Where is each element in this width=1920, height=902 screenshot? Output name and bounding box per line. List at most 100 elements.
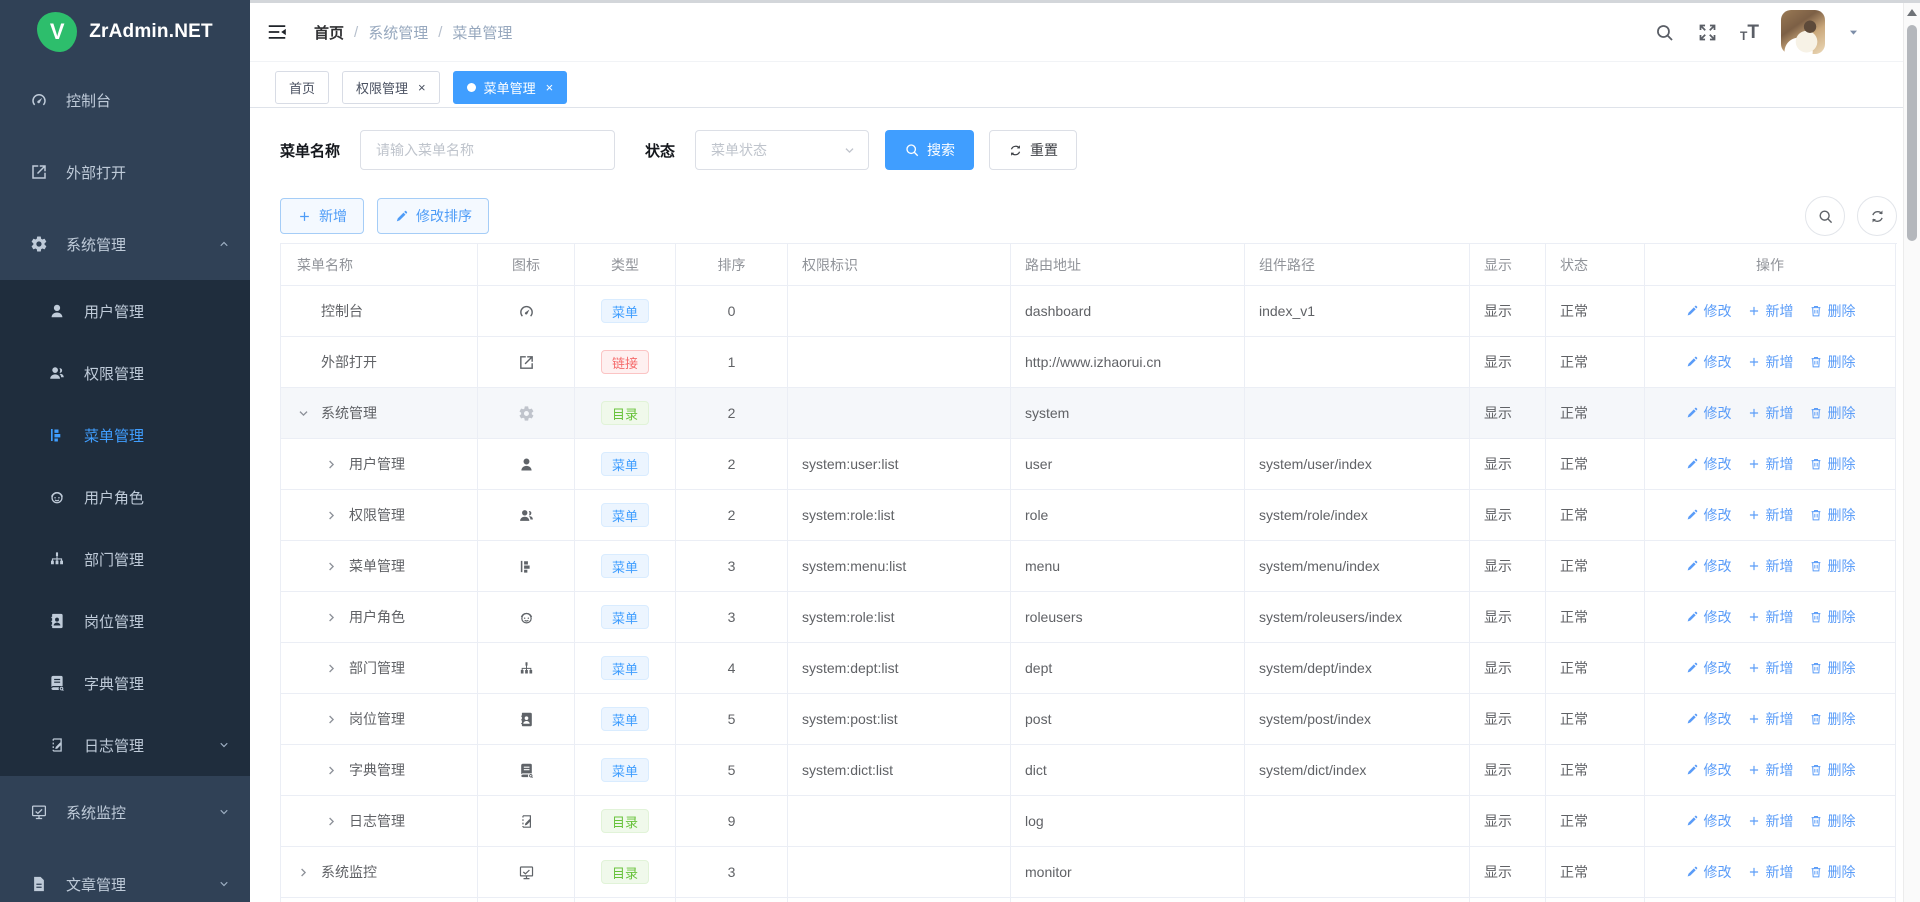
tree-expand-icon[interactable]	[325, 815, 345, 828]
add-link[interactable]: 新增	[1747, 301, 1794, 321]
delete-link[interactable]: 删除	[1809, 709, 1856, 729]
tab-首页[interactable]: 首页	[275, 71, 329, 104]
delete-link[interactable]: 删除	[1809, 658, 1856, 678]
tree-expand-icon[interactable]	[325, 713, 345, 726]
fullscreen-icon[interactable]	[1697, 22, 1718, 43]
edit-link[interactable]: 修改	[1685, 301, 1732, 321]
refresh-circle-button[interactable]	[1857, 196, 1897, 236]
status-cell: 正常	[1546, 541, 1645, 592]
sidebar-item-tree[interactable]: 菜单管理	[0, 404, 250, 466]
add-link[interactable]: 新增	[1747, 709, 1794, 729]
add-link[interactable]: 新增	[1747, 556, 1794, 576]
scrollbar-up-arrow[interactable]	[1907, 9, 1917, 16]
add-link[interactable]: 新增	[1747, 403, 1794, 423]
sidebar-item-badge[interactable]: 岗位管理	[0, 590, 250, 652]
avatar[interactable]	[1781, 10, 1825, 54]
edit-link[interactable]: 修改	[1685, 760, 1732, 780]
edit-link[interactable]: 修改	[1685, 811, 1732, 831]
font-size-icon[interactable]: TT	[1740, 23, 1759, 42]
edit-link[interactable]: 修改	[1685, 709, 1732, 729]
search-button[interactable]: 搜索	[885, 130, 974, 170]
delete-link[interactable]: 删除	[1809, 454, 1856, 474]
sidebar-item-label: 控制台	[66, 90, 111, 111]
breadcrumb-item[interactable]: 首页	[314, 22, 344, 43]
delete-link[interactable]: 删除	[1809, 811, 1856, 831]
sidebar-item-robot[interactable]: 用户角色	[0, 466, 250, 528]
delete-link[interactable]: 删除	[1809, 301, 1856, 321]
status-select[interactable]: 菜单状态	[695, 130, 869, 170]
book-icon	[518, 762, 535, 779]
delete-link[interactable]: 删除	[1809, 556, 1856, 576]
tab-close-icon[interactable]: ×	[418, 81, 426, 94]
tree-expand-icon[interactable]	[325, 560, 345, 573]
tab-菜单管理[interactable]: 菜单管理×	[453, 71, 568, 104]
delete-link[interactable]: 删除	[1809, 505, 1856, 525]
sort-button[interactable]: 修改排序	[377, 198, 489, 234]
action-label: 修改	[1704, 556, 1732, 576]
tree-expand-icon[interactable]	[297, 407, 317, 420]
edit-link[interactable]: 修改	[1685, 352, 1732, 372]
menu-type-cell: 菜单	[575, 439, 676, 490]
path-cell: dict	[1011, 745, 1245, 796]
sidebar-item-doc[interactable]: 文章管理	[0, 848, 250, 902]
search-circle-button[interactable]	[1805, 196, 1845, 236]
sidebar-toggle-icon[interactable]	[266, 21, 288, 43]
delete-link[interactable]: 删除	[1809, 607, 1856, 627]
add-link[interactable]: 新增	[1747, 352, 1794, 372]
action-label: 新增	[1766, 403, 1794, 423]
delete-link[interactable]: 删除	[1809, 352, 1856, 372]
delete-link[interactable]: 删除	[1809, 403, 1856, 423]
add-link[interactable]: 新增	[1747, 505, 1794, 525]
tree-expand-icon[interactable]	[325, 458, 345, 471]
tree-expand-icon[interactable]	[297, 866, 317, 879]
edit-link[interactable]: 修改	[1685, 505, 1732, 525]
menu-name-cell: 菜单管理	[281, 541, 478, 592]
sidebar-item-monitor[interactable]: 系统监控	[0, 776, 250, 848]
tab-close-icon[interactable]: ×	[546, 81, 554, 94]
reset-button[interactable]: 重置	[989, 130, 1077, 170]
order-cell: 4	[676, 643, 788, 694]
sidebar-item-external[interactable]: 外部打开	[0, 136, 250, 208]
tree-expand-icon[interactable]	[325, 611, 345, 624]
sidebar-item-gear[interactable]: 系统管理	[0, 208, 250, 280]
actions-cell: 修改新增删除	[1645, 694, 1896, 745]
sidebar-item-log[interactable]: 日志管理	[0, 714, 250, 776]
sidebar-item-book[interactable]: 字典管理	[0, 652, 250, 714]
menu-name-input[interactable]	[360, 130, 615, 170]
gauge-icon	[518, 303, 535, 320]
actions-cell: 修改新增删除	[1645, 541, 1896, 592]
add-link[interactable]: 新增	[1747, 862, 1794, 882]
add-link[interactable]: 新增	[1747, 658, 1794, 678]
add-link[interactable]: 新增	[1747, 607, 1794, 627]
dropdown-caret-icon[interactable]	[1847, 26, 1860, 39]
search-icon[interactable]	[1654, 22, 1675, 43]
edit-link[interactable]: 修改	[1685, 556, 1732, 576]
sidebar-item-gauge[interactable]: 控制台	[0, 64, 250, 136]
scrollbar-thumb[interactable]	[1907, 25, 1917, 241]
menu-icon-cell	[478, 439, 575, 490]
status-label: 状态	[645, 140, 675, 161]
sidebar-item-user[interactable]: 用户管理	[0, 280, 250, 342]
delete-link[interactable]: 删除	[1809, 760, 1856, 780]
add-button[interactable]: 新增	[280, 198, 364, 234]
path-cell: role	[1011, 490, 1245, 541]
delete-link[interactable]: 删除	[1809, 862, 1856, 882]
tree-expand-icon[interactable]	[325, 662, 345, 675]
app-title: ZrAdmin.NET	[89, 21, 213, 43]
add-link[interactable]: 新增	[1747, 760, 1794, 780]
action-label: 新增	[1766, 760, 1794, 780]
sidebar-item-org[interactable]: 部门管理	[0, 528, 250, 590]
tree-expand-icon[interactable]	[325, 509, 345, 522]
log-icon	[518, 813, 535, 830]
edit-link[interactable]: 修改	[1685, 862, 1732, 882]
add-link[interactable]: 新增	[1747, 811, 1794, 831]
edit-link[interactable]: 修改	[1685, 658, 1732, 678]
tree-expand-icon[interactable]	[325, 764, 345, 777]
add-link[interactable]: 新增	[1747, 454, 1794, 474]
edit-link[interactable]: 修改	[1685, 454, 1732, 474]
edit-link[interactable]: 修改	[1685, 607, 1732, 627]
sidebar-item-users[interactable]: 权限管理	[0, 342, 250, 404]
edit-link[interactable]: 修改	[1685, 403, 1732, 423]
tab-权限管理[interactable]: 权限管理×	[342, 71, 440, 104]
menu-icon-cell	[478, 490, 575, 541]
